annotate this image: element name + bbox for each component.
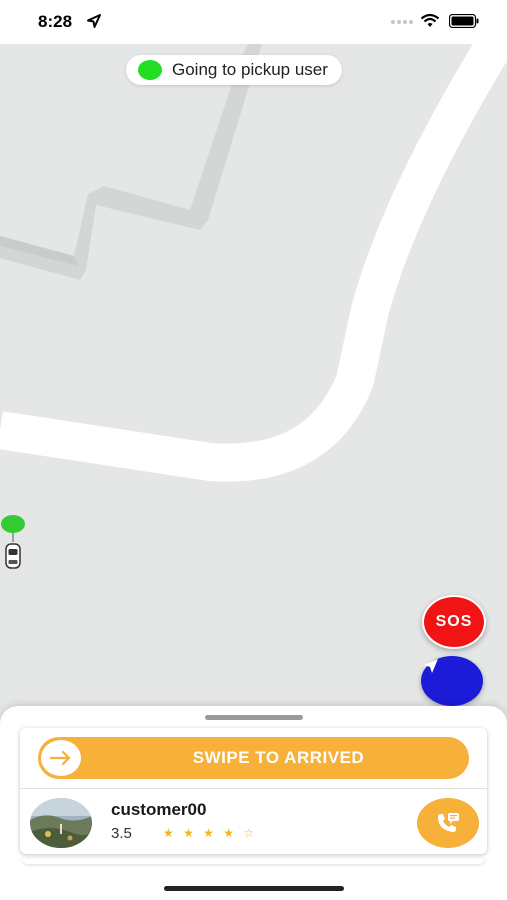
status-time: 8:28 [38, 12, 73, 31]
swipe-label: SWIPE TO ARRIVED [192, 748, 365, 767]
trip-status-text: Going to pickup user [172, 60, 328, 79]
trip-card: SWIPE TO ARRIVED customer00 3.5 ★ ★ ★ ★ … [20, 728, 487, 854]
sos-label: SOS [435, 613, 473, 630]
call-customer-button[interactable] [417, 798, 479, 848]
trip-status-pill: Going to pickup user [126, 55, 342, 85]
phone-chat-icon [438, 813, 459, 832]
rating-stars: ★ ★ ★ ★ ☆ [163, 826, 258, 840]
card-divider [20, 788, 487, 789]
sheet-drag-handle[interactable] [205, 715, 303, 720]
customer-rating: 3.5 [111, 825, 132, 842]
card-stack-shadow [22, 858, 485, 864]
wifi-icon [420, 13, 440, 27]
signal-icon [391, 20, 413, 24]
status-bar: 8:28 [0, 0, 507, 44]
recenter-button[interactable] [421, 656, 483, 706]
swipe-to-arrived-slider[interactable]: SWIPE TO ARRIVED [38, 737, 469, 779]
customer-avatar [30, 798, 92, 848]
sos-button[interactable]: SOS [422, 595, 486, 649]
home-indicator[interactable] [164, 886, 344, 891]
trip-bottom-sheet[interactable]: SWIPE TO ARRIVED customer00 3.5 ★ ★ ★ ★ … [0, 706, 507, 900]
driver-car-marker [1, 515, 25, 569]
navigation-arrow-icon [424, 659, 438, 673]
status-indicator-dot [138, 60, 162, 80]
battery-icon [449, 14, 479, 28]
location-arrow-icon [87, 14, 101, 28]
customer-name: customer00 [111, 800, 207, 819]
